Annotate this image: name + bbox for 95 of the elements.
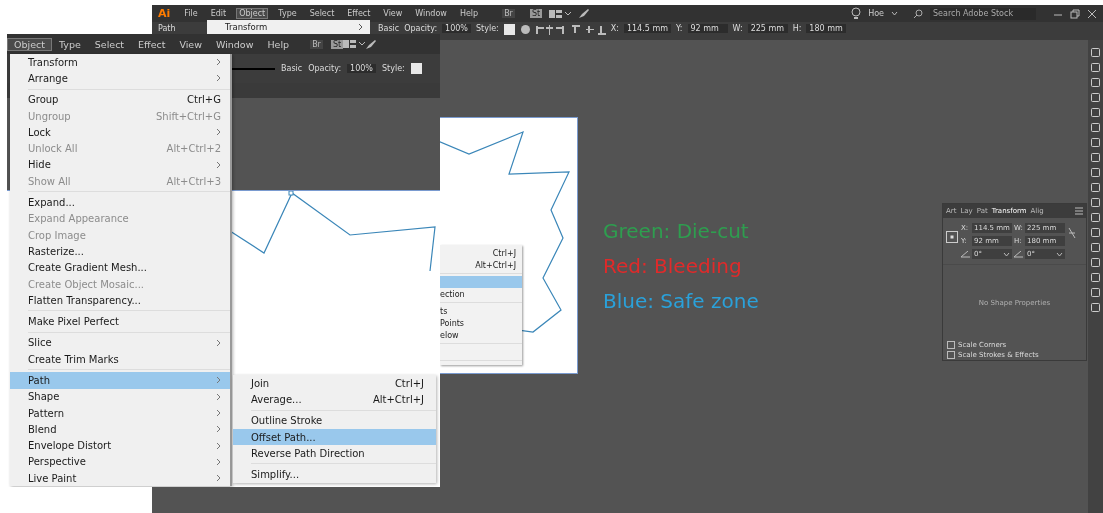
lightbulb-icon[interactable] xyxy=(851,7,862,20)
menu-item[interactable]: ts xyxy=(440,306,448,316)
menu-item[interactable]: Object xyxy=(7,37,52,51)
app-logo: Ai xyxy=(158,7,171,20)
menu-item[interactable]: Type xyxy=(51,37,88,51)
shear-icon xyxy=(1014,250,1023,258)
value-field[interactable]: 114.5 mm xyxy=(623,24,671,33)
menu-item[interactable]: Group Ctrl+G xyxy=(10,91,230,108)
field-label: Y: xyxy=(675,24,683,33)
search-icon xyxy=(913,8,923,19)
menu-item[interactable]: Rasterize... xyxy=(10,243,230,260)
layout-icon[interactable] xyxy=(343,39,366,49)
menu-item[interactable]: Object xyxy=(236,8,269,19)
stock-button[interactable]: St xyxy=(330,39,344,49)
menu-item[interactable]: Points xyxy=(440,318,465,328)
menu-item[interactable]: View xyxy=(172,37,209,51)
menu-item[interactable]: Offset Path... xyxy=(233,428,436,446)
checkbox[interactable] xyxy=(947,341,955,349)
field-label: X: xyxy=(610,24,619,33)
menu-shortcut: Alt+Ctrl+J xyxy=(475,260,516,270)
restore-icon[interactable] xyxy=(1070,8,1080,19)
chevron-down-icon[interactable] xyxy=(891,11,898,16)
style-label: Style: xyxy=(381,64,405,73)
menu-item[interactable]: Expand... xyxy=(10,194,230,211)
layout-icon[interactable] xyxy=(549,8,572,19)
style-swatch[interactable] xyxy=(503,24,515,35)
globe-icon[interactable] xyxy=(519,24,531,35)
menu-item[interactable]: Select xyxy=(87,37,132,51)
field-label: H: xyxy=(792,24,802,33)
menu-item[interactable]: Create Trim Marks xyxy=(10,351,230,368)
align-icons-drawing[interactable] xyxy=(535,24,606,35)
menu-item[interactable]: Path xyxy=(10,372,230,389)
menu-item[interactable]: ection xyxy=(440,289,465,299)
chevron-down-icon xyxy=(1003,251,1010,257)
menu-item[interactable]: Transform xyxy=(10,54,230,71)
opacity-field[interactable]: 100% xyxy=(442,24,471,33)
menu-item[interactable]: Average... Alt+Ctrl+J xyxy=(233,391,436,408)
selection-label: Path xyxy=(158,24,177,33)
menu-shortcut: Ctrl+J xyxy=(492,248,516,258)
menu-item[interactable]: Envelope Distort xyxy=(10,437,230,454)
menu-item[interactable]: Shape xyxy=(10,388,230,405)
menu-item[interactable]: Window xyxy=(209,37,261,51)
close-icon[interactable] xyxy=(1087,8,1097,19)
style-swatch[interactable] xyxy=(410,63,422,74)
style-label: Style: xyxy=(475,24,499,33)
menu-item[interactable]: Simplify... xyxy=(233,466,436,483)
value-field[interactable]: 92 mm xyxy=(687,24,728,33)
menu-item[interactable]: Make Pixel Perfect xyxy=(10,313,230,330)
menu-item[interactable]: Live Paint xyxy=(10,470,230,487)
menu-item[interactable]: Reverse Path Direction xyxy=(233,445,436,462)
menu-item[interactable]: Blend xyxy=(10,421,230,438)
menu-item[interactable]: Effect xyxy=(131,37,173,51)
annotation-text: Red: Bleeding xyxy=(603,253,743,280)
bridge-button[interactable]: Br xyxy=(502,9,515,18)
reference-point-icon[interactable] xyxy=(946,231,958,243)
menu-item[interactable]: Outline Stroke xyxy=(233,412,436,429)
menu-item[interactable]: Pattern xyxy=(10,404,230,422)
opacity-field[interactable]: 100% xyxy=(347,64,376,73)
menu-item[interactable]: Create Gradient Mesh... xyxy=(10,259,230,276)
menu-item[interactable]: Help xyxy=(456,8,482,19)
value-field[interactable]: 225 mm xyxy=(747,24,788,33)
opacity-label: Opacity: xyxy=(404,24,438,33)
checkbox[interactable] xyxy=(947,351,955,359)
menu-item[interactable]: Transform xyxy=(225,22,268,32)
chevron-right-icon xyxy=(358,23,363,31)
field-label: W: xyxy=(732,24,743,33)
menu-icon[interactable] xyxy=(1075,207,1083,215)
menu-item[interactable]: elow xyxy=(440,330,459,340)
menu-item[interactable]: Edit xyxy=(207,8,230,19)
annotation-text: Green: Die-cut xyxy=(603,218,750,245)
menu-item[interactable]: Lock xyxy=(10,124,230,141)
bridge-button[interactable]: Br xyxy=(310,39,323,49)
brush-label: Basic xyxy=(281,64,303,73)
menu-item[interactable]: Type xyxy=(275,8,300,19)
stock-button[interactable]: St xyxy=(529,9,543,18)
menu-item[interactable]: Window xyxy=(412,8,450,19)
menu-item[interactable]: Join Ctrl+J xyxy=(233,375,436,392)
menu-item[interactable]: File xyxy=(181,8,201,19)
opacity-label: Opacity: xyxy=(308,64,342,73)
menu-item[interactable]: Perspective xyxy=(10,453,230,471)
menu-item[interactable]: Flatten Transparency... xyxy=(10,292,230,309)
menu-item[interactable]: Hide xyxy=(10,156,230,174)
value-field[interactable]: 180 mm xyxy=(806,24,847,33)
menu-item[interactable]: Select xyxy=(306,8,338,19)
menu-item[interactable]: Effect xyxy=(344,8,374,19)
menu-item[interactable]: View xyxy=(380,8,406,19)
angle-icon xyxy=(961,250,970,258)
search-field[interactable]: Search Adobe Stock xyxy=(930,7,1036,20)
annotation-text: Blue: Safe zone xyxy=(603,288,759,315)
chevron-down-icon xyxy=(1056,251,1063,257)
menu-item[interactable]: Help xyxy=(260,37,297,51)
brush-label: Basic xyxy=(378,24,400,33)
menu-item[interactable]: Arrange xyxy=(10,70,230,87)
menu-item[interactable]: Slice xyxy=(10,334,230,352)
workspace-switcher[interactable]: Hoe xyxy=(868,9,884,18)
